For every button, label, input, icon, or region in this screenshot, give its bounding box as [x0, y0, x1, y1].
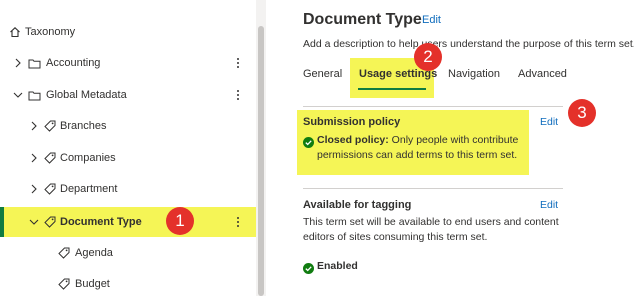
- tree-item-global-metadata[interactable]: Global Metadata: [0, 80, 256, 110]
- edit-tagging-link[interactable]: Edit: [540, 199, 558, 211]
- tagging-status: Enabled: [317, 260, 358, 272]
- edit-title-link[interactable]: Edit: [422, 14, 441, 26]
- divider: [303, 106, 563, 107]
- tree-item-label: Companies: [60, 152, 116, 164]
- more-options-icon[interactable]: [232, 56, 244, 70]
- tag-icon: [43, 182, 57, 196]
- submission-policy-text: Closed policy: Only people with contribu…: [317, 133, 527, 163]
- tab-navigation[interactable]: Navigation: [448, 68, 500, 80]
- checkmark-circle-icon: [303, 261, 314, 274]
- tree-item-budget[interactable]: Budget: [0, 269, 256, 296]
- home-icon: [8, 25, 22, 39]
- tree-item-label: Agenda: [75, 247, 113, 259]
- tree-item-label: Budget: [75, 278, 110, 290]
- more-options-icon[interactable]: [232, 88, 244, 102]
- tree-item-label: Branches: [60, 120, 107, 132]
- selection-indicator: [0, 207, 4, 237]
- checkmark-circle-icon: [303, 135, 314, 148]
- callout-badge-3: 3: [568, 99, 596, 127]
- chevron-right-icon[interactable]: [28, 151, 40, 165]
- tag-icon: [43, 119, 57, 133]
- chevron-right-icon[interactable]: [28, 119, 40, 133]
- tree-item-label: Document Type: [60, 216, 142, 228]
- tag-icon: [57, 246, 71, 260]
- tree-item-department[interactable]: Department: [0, 174, 256, 204]
- tab-general[interactable]: General: [303, 68, 342, 80]
- tree-item-label: Global Metadata: [46, 89, 127, 101]
- submission-policy-heading: Submission policy: [303, 116, 401, 128]
- folder-icon: [27, 56, 41, 70]
- chevron-right-icon[interactable]: [28, 182, 40, 196]
- taxonomy-tree: Taxonomy Accounting Global Metadata Bran…: [0, 0, 266, 296]
- tree-item-label: Taxonomy: [25, 26, 76, 38]
- tree-item-label: Accounting: [46, 57, 101, 69]
- chevron-down-icon[interactable]: [28, 215, 40, 229]
- edit-submission-policy-link[interactable]: Edit: [540, 116, 558, 128]
- callout-badge-2: 2: [414, 43, 442, 71]
- tree-item-agenda[interactable]: Agenda: [0, 238, 256, 268]
- tree-item-branches[interactable]: Branches: [0, 111, 256, 141]
- tree-item-taxonomy[interactable]: Taxonomy: [0, 17, 256, 47]
- tagging-description: This term set will be available to end u…: [303, 216, 559, 243]
- more-options-icon[interactable]: [232, 215, 244, 229]
- tag-icon: [57, 277, 71, 291]
- scrollbar-thumb[interactable]: [258, 26, 264, 296]
- tab-advanced[interactable]: Advanced: [518, 68, 567, 80]
- tagging-heading: Available for tagging: [303, 199, 412, 211]
- tree-item-document-type[interactable]: Document Type: [0, 207, 256, 237]
- callout-badge-1: 1: [166, 207, 194, 235]
- policy-name: Closed policy:: [317, 134, 389, 146]
- tree-item-companies[interactable]: Companies: [0, 143, 256, 173]
- tag-icon: [43, 151, 57, 165]
- active-tab-underline: [358, 88, 426, 90]
- divider: [303, 188, 563, 189]
- tag-icon: [43, 215, 57, 229]
- tree-item-accounting[interactable]: Accounting: [0, 48, 256, 78]
- tree-item-label: Department: [60, 183, 118, 195]
- chevron-down-icon[interactable]: [12, 88, 24, 102]
- term-set-description: Add a description to help users understa…: [303, 38, 634, 50]
- term-set-title: Document Type: [303, 11, 422, 28]
- folder-icon: [27, 88, 41, 102]
- chevron-right-icon[interactable]: [12, 56, 24, 70]
